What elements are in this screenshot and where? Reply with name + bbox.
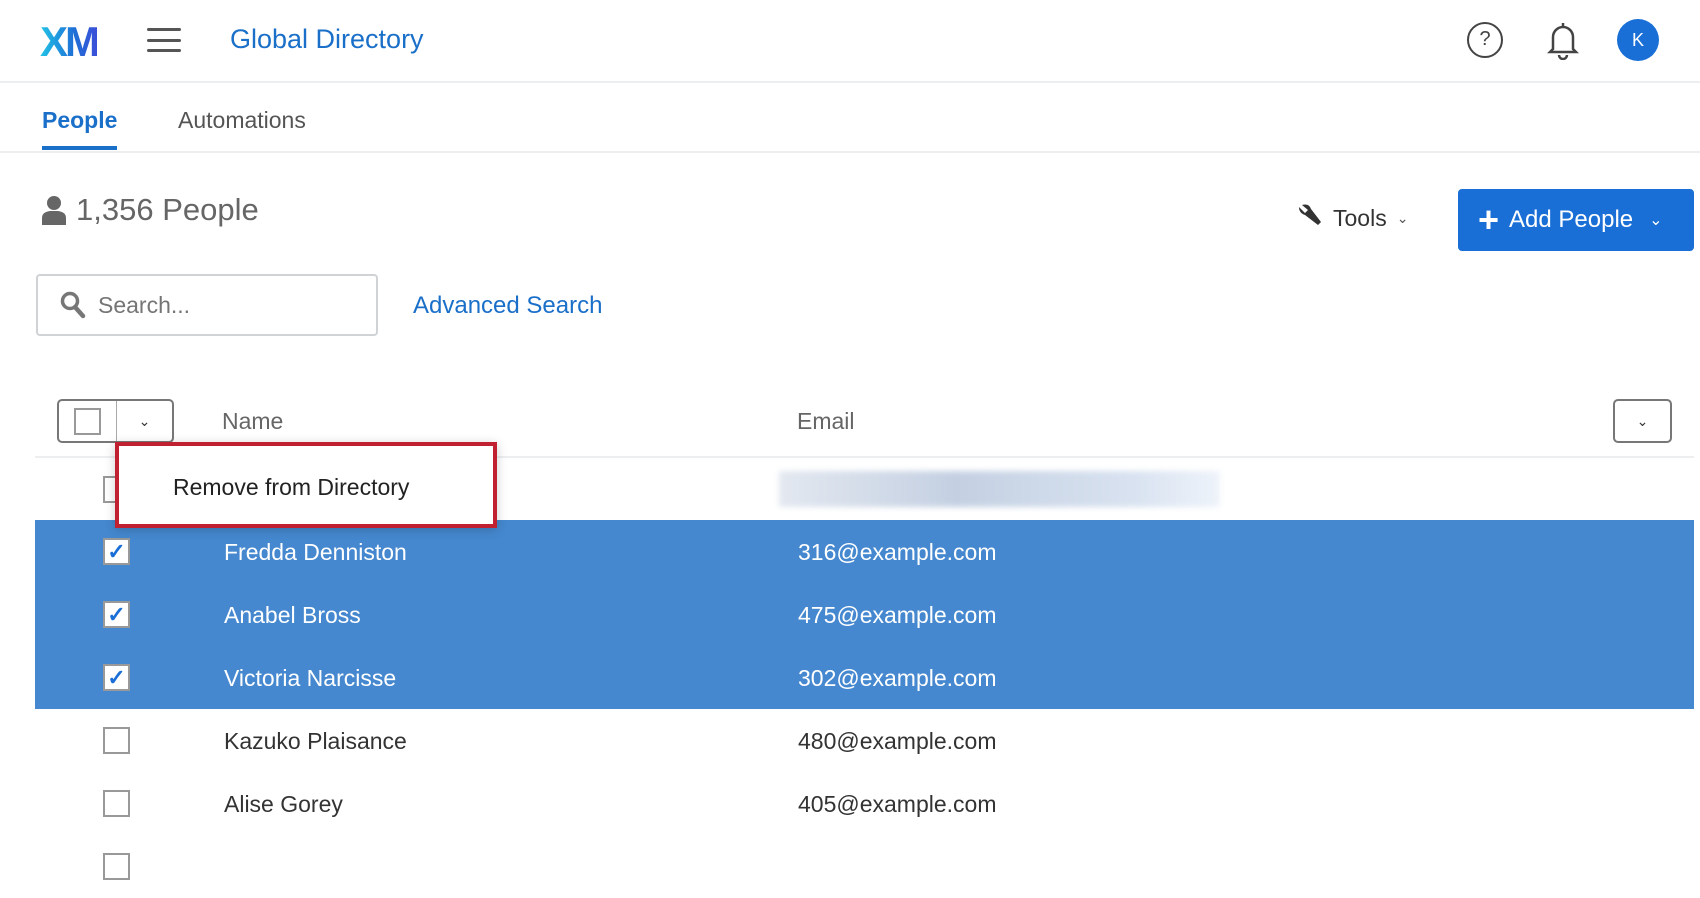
people-count: 1,356 People <box>40 192 259 228</box>
person-email: 475@example.com <box>798 602 997 628</box>
add-people-button[interactable]: + Add People ⌄ <box>1458 189 1694 251</box>
search-box[interactable] <box>36 274 378 336</box>
column-options-button[interactable]: ⌄ <box>1613 399 1672 443</box>
help-icon[interactable]: ? <box>1467 22 1503 58</box>
row-checkbox[interactable]: ✓ <box>103 664 130 691</box>
wrench-icon <box>1299 204 1321 225</box>
person-email: 405@example.com <box>798 791 997 817</box>
person-name: Fredda Denniston <box>224 539 407 565</box>
select-all-checkbox[interactable] <box>74 407 101 435</box>
row-checkbox[interactable] <box>103 727 130 754</box>
row-checkbox[interactable] <box>103 790 130 817</box>
column-header-name[interactable]: Name <box>222 408 283 435</box>
person-email: 480@example.com <box>798 728 997 754</box>
person-email: 316@example.com <box>798 539 997 565</box>
tools-button[interactable]: Tools ⌄ <box>1295 204 1408 232</box>
bell-icon[interactable] <box>1546 20 1580 65</box>
menu-item-remove-from-directory[interactable]: Remove from Directory <box>173 474 493 501</box>
top-bar: XM Global Directory ? K <box>0 0 1700 83</box>
row-checkbox[interactable] <box>103 853 130 880</box>
tools-label: Tools <box>1333 204 1387 231</box>
advanced-search-link[interactable]: Advanced Search <box>413 292 602 320</box>
chevron-down-icon: ⌄ <box>1649 212 1663 229</box>
bulk-actions-dropdown[interactable]: ⌄ <box>117 401 172 441</box>
plus-icon: + <box>1478 199 1500 240</box>
person-name: Anabel Bross <box>224 602 361 628</box>
user-avatar[interactable]: K <box>1617 19 1659 61</box>
person-icon <box>42 196 66 225</box>
table-row[interactable]: ✓ Anabel Bross 475@example.com <box>35 583 1694 646</box>
person-email: 302@example.com <box>798 665 997 691</box>
chevron-down-icon: ⌄ <box>1396 209 1409 226</box>
row-checkbox[interactable]: ✓ <box>103 601 130 628</box>
table-row[interactable]: Kazuko Plaisance 480@example.com <box>35 709 1694 772</box>
person-name: Kazuko Plaisance <box>224 728 407 754</box>
add-people-label: Add People <box>1509 206 1634 233</box>
tab-bar: People Automations <box>0 83 1700 153</box>
bulk-actions-menu: Remove from Directory <box>115 442 497 528</box>
bulk-select-control: ⌄ <box>57 399 174 443</box>
chevron-down-icon: ⌄ <box>138 412 151 429</box>
person-name: Alise Gorey <box>224 791 343 817</box>
search-icon <box>60 291 86 319</box>
tab-people[interactable]: People <box>42 107 118 150</box>
table-row[interactable] <box>35 835 1694 898</box>
row-checkbox[interactable]: ✓ <box>103 538 130 565</box>
table-row[interactable]: ✓ Victoria Narcisse 302@example.com <box>35 646 1694 709</box>
chevron-down-icon: ⌄ <box>1636 412 1649 429</box>
table-row[interactable]: Alise Gorey 405@example.com <box>35 772 1694 835</box>
column-header-email[interactable]: Email <box>797 408 855 435</box>
blurred-email <box>779 471 1220 507</box>
search-input[interactable] <box>98 291 348 319</box>
person-name: Victoria Narcisse <box>224 665 397 691</box>
menu-icon[interactable] <box>147 28 181 52</box>
xm-logo[interactable]: XM <box>40 18 100 66</box>
people-count-label: 1,356 People <box>76 192 259 227</box>
tab-automations[interactable]: Automations <box>178 107 306 146</box>
table-row[interactable]: ✓ Fredda Denniston 316@example.com <box>35 520 1694 583</box>
app-title: Global Directory <box>230 24 424 54</box>
